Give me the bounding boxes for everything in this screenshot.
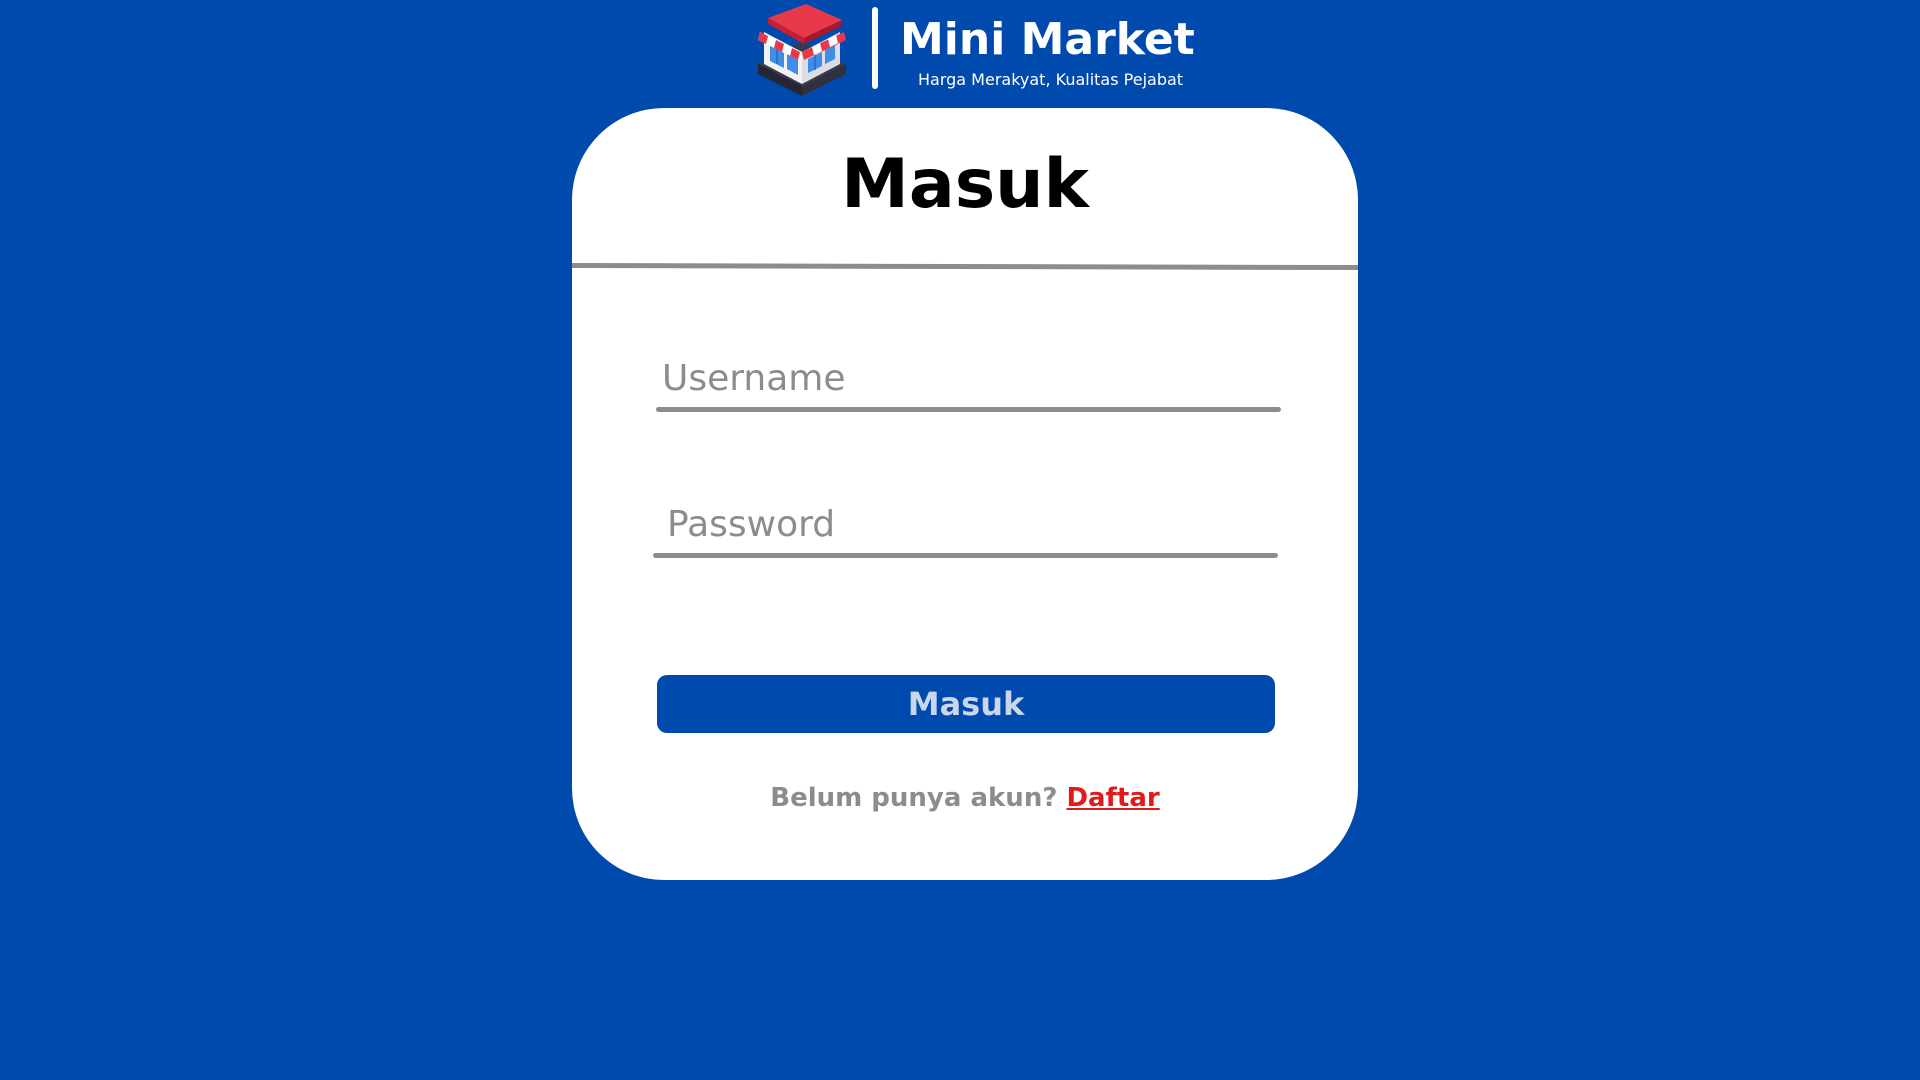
password-input[interactable] — [653, 498, 1278, 550]
login-card: Masuk Masuk Belum punya akun? Daftar — [572, 108, 1358, 880]
brand-name: Mini Market — [900, 14, 1195, 65]
login-title: Masuk — [841, 145, 1089, 224]
username-underline — [656, 407, 1281, 412]
password-field — [653, 498, 1278, 558]
register-prompt: Belum punya akun? — [770, 783, 1067, 813]
username-input[interactable] — [656, 352, 1281, 404]
brand-divider — [872, 7, 878, 89]
title-separator — [572, 263, 1358, 271]
brand-header: Mini Market Harga Merakyat, Kualitas Pej… — [750, 2, 1195, 97]
register-link[interactable]: Daftar — [1066, 783, 1159, 813]
login-page: Mini Market Harga Merakyat, Kualitas Pej… — [0, 0, 1920, 1080]
brand-tagline: Harga Merakyat, Kualitas Pejabat — [918, 70, 1184, 89]
storefront-icon — [758, 4, 846, 96]
login-button[interactable]: Masuk — [657, 675, 1275, 733]
register-line: Belum punya akun? Daftar — [572, 780, 1358, 816]
password-underline — [653, 553, 1278, 558]
username-field — [656, 352, 1281, 412]
